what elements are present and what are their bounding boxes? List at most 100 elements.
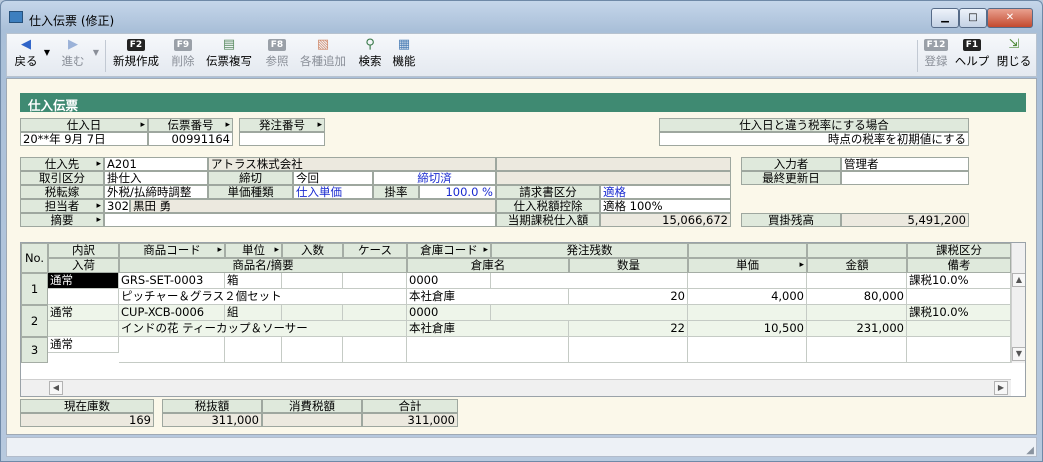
row3-case-cell[interactable]	[343, 337, 407, 363]
row1-code-cell[interactable]: GRS-SET-0003	[119, 273, 225, 289]
forward-button[interactable]: ▶ 進む	[57, 36, 89, 76]
back-button[interactable]: ◀ 戻る	[11, 36, 41, 76]
slip-number-field[interactable]: 00991164	[148, 132, 233, 146]
transaction-type-field[interactable]: 掛仕入	[104, 171, 208, 185]
form-area: 仕入伝票 仕入日 20**年 9月 7日 伝票番号 00991164 発注番号 …	[6, 78, 1037, 435]
row1-unit-cell[interactable]: 箱	[225, 273, 282, 289]
scroll-down-icon[interactable]: ▼	[1012, 347, 1025, 361]
scroll-up-icon[interactable]: ▲	[1012, 273, 1025, 287]
slip-number-label[interactable]: 伝票番号	[148, 118, 233, 132]
search-button[interactable]: ⚲ 検索	[355, 36, 385, 76]
row1-breakdown-cell[interactable]: 通常	[48, 273, 119, 289]
scroll-right-icon[interactable]: ▶	[994, 381, 1008, 395]
rate-field[interactable]: 100.0 %	[419, 185, 496, 199]
row3-qty-cell[interactable]	[569, 337, 688, 363]
grid-no-header: No.	[21, 243, 48, 273]
row1-name-cell[interactable]: ピッチャー＆グラス２個セット	[119, 289, 407, 305]
row-number[interactable]: 3	[21, 337, 48, 363]
register-label: 登録	[924, 54, 948, 68]
row2-tax-cell[interactable]: 課税10.0%	[907, 305, 1011, 321]
tax-rate-rule-label: 仕入日と違う税率にする場合	[659, 118, 969, 132]
grid-header-unit[interactable]: 単位	[225, 243, 282, 258]
period-taxable-label: 当期課税仕入額	[496, 213, 600, 227]
price-type-field[interactable]: 仕入単価	[293, 185, 373, 199]
resize-grip-icon[interactable]: ◢	[1026, 445, 1034, 456]
purchase-date-label[interactable]: 仕入日	[20, 118, 148, 132]
row2-code-cell[interactable]: CUP-XCB-0006	[119, 305, 225, 321]
horizontal-scrollbar[interactable]: ◀ ▶	[21, 379, 1011, 396]
add-document-icon: ▧	[316, 37, 330, 52]
closing-field[interactable]: 今回	[293, 171, 373, 185]
toolbar-separator	[105, 40, 106, 72]
row1-amount-cell: 80,000	[807, 289, 907, 305]
row1-quantity-per-cell[interactable]	[282, 273, 343, 289]
staff-code-field[interactable]: 302	[104, 199, 130, 213]
row2-warehouse-code-cell[interactable]: 0000	[407, 305, 491, 321]
row2-unit-cell[interactable]: 組	[225, 305, 282, 321]
row3-code-cell[interactable]	[119, 337, 225, 363]
invoice-type-field[interactable]: 適格	[600, 185, 731, 199]
help-button[interactable]: F1 ヘルプ	[954, 36, 990, 76]
tax-rate-rule-field[interactable]: 時点の税率を初期値にする	[659, 132, 969, 146]
f1-key-icon: F1	[962, 39, 982, 51]
row1-tax-cell[interactable]: 課税10.0%	[907, 273, 1011, 289]
order-number-field[interactable]	[239, 132, 325, 146]
grid-header-product-code[interactable]: 商品コード	[119, 243, 225, 258]
row2-arrival-cell[interactable]	[48, 321, 119, 337]
row1-case-cell[interactable]	[343, 273, 407, 289]
row2-price-cell[interactable]: 10,500	[688, 321, 807, 337]
page-title: 仕入伝票	[20, 93, 1026, 113]
staff-label[interactable]: 担当者	[20, 199, 104, 213]
row2-qty-cell[interactable]: 22	[569, 321, 688, 337]
search-label: 検索	[358, 54, 382, 68]
row3-price-cell[interactable]	[688, 337, 807, 363]
close-window-button[interactable]: ✕	[987, 8, 1033, 28]
row2-warehouse-name-cell: 本社倉庫	[407, 321, 569, 337]
grid-header-warehouse-code[interactable]: 倉庫コード	[407, 243, 491, 258]
order-number-label[interactable]: 発注番号	[239, 118, 325, 132]
supplier-code-field[interactable]: A201	[104, 157, 208, 171]
row1-price-cell[interactable]: 4,000	[688, 289, 807, 305]
row-number[interactable]: 1	[21, 273, 48, 305]
row-number[interactable]: 2	[21, 305, 48, 337]
row1-warehouse-code-cell[interactable]: 0000	[407, 273, 491, 289]
row3-warehouse-cell[interactable]	[407, 337, 569, 363]
purchase-date-field[interactable]: 20**年 9月 7日	[20, 132, 148, 146]
memo-field[interactable]	[104, 213, 496, 227]
row1-arrival-cell[interactable]	[48, 289, 119, 305]
row1-remarks-cell[interactable]	[907, 289, 1011, 305]
function-button[interactable]: ▦ 機能	[389, 36, 419, 76]
tax-deduction-field[interactable]: 適格 100%	[600, 199, 731, 213]
row3-quantity-per-cell[interactable]	[282, 337, 343, 363]
row1-qty-cell[interactable]: 20	[569, 289, 688, 305]
memo-label[interactable]: 摘要	[20, 213, 104, 227]
add-various-button[interactable]: ▧ 各種追加	[297, 36, 349, 76]
grid-header-tax-class: 課税区分	[907, 243, 1011, 258]
vertical-scrollbar[interactable]: ▲ ▼	[1011, 243, 1025, 363]
row1-blank2-cell	[807, 273, 907, 289]
reference-button[interactable]: F8 参照	[261, 36, 293, 76]
scroll-left-icon[interactable]: ◀	[49, 381, 63, 395]
row2-case-cell[interactable]	[343, 305, 407, 321]
row2-name-cell[interactable]: インドの花 ティーカップ＆ソーサー	[119, 321, 407, 337]
closing-extra-field	[496, 171, 731, 185]
copy-slip-button[interactable]: ▤ 伝票複写	[203, 36, 255, 76]
row2-quantity-per-cell[interactable]	[282, 305, 343, 321]
entered-by-field: 管理者	[841, 157, 969, 171]
new-button[interactable]: F2 新規作成	[110, 36, 162, 76]
delete-button[interactable]: F9 削除	[167, 36, 199, 76]
row2-breakdown-cell[interactable]: 通常	[48, 305, 119, 321]
supplier-label[interactable]: 仕入先	[20, 157, 104, 171]
grid-header-unit-price[interactable]: 単価	[688, 258, 807, 273]
register-button[interactable]: F12 登録	[921, 36, 951, 76]
tax-pass-field[interactable]: 外税/払締時調整	[104, 185, 208, 199]
row3-unit-cell[interactable]	[225, 337, 282, 363]
minimize-button[interactable]: ▁	[931, 8, 959, 28]
maximize-button[interactable]: □	[959, 8, 987, 28]
tax-pass-label: 税転嫁	[20, 185, 104, 199]
row2-remarks-cell[interactable]	[907, 321, 1011, 337]
row1-blank-cell	[688, 273, 807, 289]
row3-tax-cell[interactable]	[907, 337, 1011, 363]
close-button[interactable]: ⇲ 閉じる	[995, 36, 1033, 76]
row3-breakdown-cell[interactable]: 通常	[48, 337, 119, 353]
